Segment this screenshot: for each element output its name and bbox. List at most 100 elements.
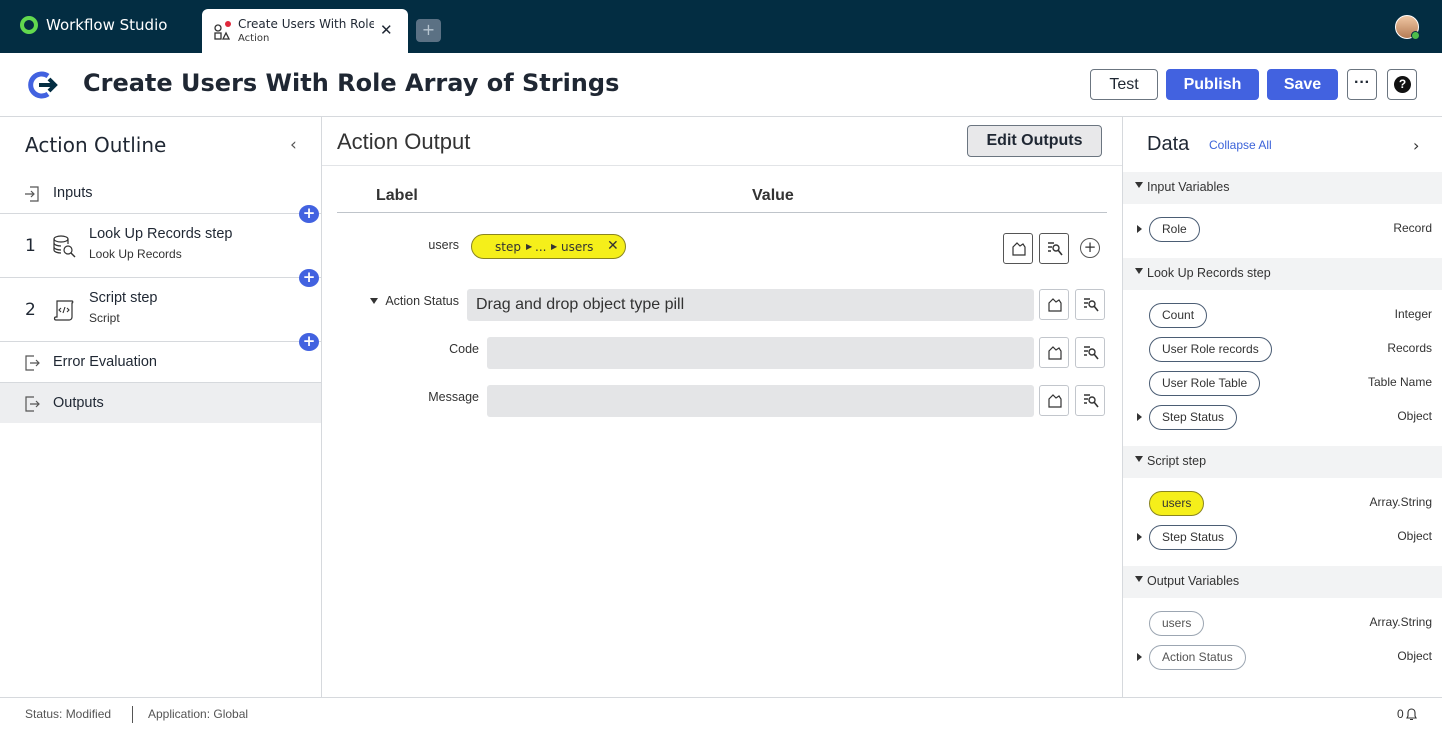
collapse-caret-icon[interactable]: [370, 298, 378, 304]
outline-item-label: Outputs: [53, 395, 104, 411]
outline-item-error-evaluation[interactable]: Error Evaluation: [0, 342, 321, 383]
unsaved-indicator: [225, 21, 231, 27]
add-tab-button[interactable]: +: [416, 19, 441, 42]
tab-action[interactable]: Create Users With Role Array of Strings …: [202, 9, 408, 53]
data-pill-step-users[interactable]: step ▶ ... ▶ users ✕: [471, 234, 626, 259]
expand-caret-icon[interactable]: [1137, 533, 1142, 541]
edit-outputs-button[interactable]: Edit Outputs: [967, 125, 1102, 157]
outline-item-outputs[interactable]: Outputs: [0, 383, 321, 423]
data-pill-count[interactable]: Count: [1149, 303, 1208, 328]
data-pill-users-output[interactable]: users: [1149, 611, 1205, 636]
divider: [322, 165, 1122, 166]
add-circle-icon[interactable]: +: [1080, 238, 1100, 258]
status-application: Application: Global: [148, 707, 249, 721]
save-button[interactable]: Save: [1267, 69, 1338, 100]
online-status-icon: [1411, 31, 1420, 40]
outline-step-script[interactable]: 2 Script step Script: [0, 278, 321, 342]
now-logo-icon: [20, 16, 38, 34]
expand-caret-icon[interactable]: [1137, 225, 1142, 233]
step-subtitle: Look Up Records: [89, 247, 182, 261]
data-pill-action-status[interactable]: Action Status: [1149, 645, 1246, 670]
formula-button[interactable]: [1039, 289, 1069, 320]
data-type: Object: [1397, 409, 1432, 423]
formula-button[interactable]: [1003, 233, 1033, 264]
data-type: Array.String: [1369, 495, 1432, 509]
scripting-icon: [1012, 242, 1026, 256]
outline-item-label: Error Evaluation: [53, 354, 157, 370]
column-header-label: Label: [376, 187, 418, 204]
code-field[interactable]: [487, 337, 1034, 369]
bell-icon[interactable]: [1405, 707, 1418, 721]
step-number: 2: [25, 300, 36, 320]
data-pill-user-role-table[interactable]: User Role Table: [1149, 371, 1261, 396]
status-modified: Status: Modified: [25, 707, 112, 721]
data-type: Object: [1397, 529, 1432, 543]
data-pill-user-role-records[interactable]: User Role records: [1149, 337, 1272, 362]
remove-pill-icon[interactable]: ✕: [607, 238, 619, 254]
formula-button[interactable]: [1039, 385, 1069, 416]
data-picker-button[interactable]: [1039, 233, 1069, 264]
section-title: Input Variables: [1147, 180, 1230, 194]
input-icon: [25, 186, 39, 202]
caret-down-icon: [1135, 456, 1143, 462]
data-picker-button[interactable]: [1075, 289, 1105, 320]
help-button[interactable]: ?: [1387, 69, 1417, 100]
field-label-code: Code: [449, 342, 479, 356]
section-title: Script step: [1147, 454, 1207, 468]
action-output-panel: Action Output Edit Outputs Label Value u…: [322, 117, 1122, 697]
data-type: Table Name: [1367, 375, 1432, 389]
tab-close-icon[interactable]: ✕: [380, 21, 393, 39]
data-picker-icon: [1048, 242, 1063, 256]
page-header: Create Users With Role Array of Strings …: [0, 53, 1442, 117]
page-title: Create Users With Role Array of Strings: [83, 69, 620, 97]
scripting-icon: [1048, 394, 1062, 408]
notification-count: 0: [1397, 707, 1404, 721]
message-field[interactable]: [487, 385, 1034, 417]
app-name: Workflow Studio: [46, 16, 168, 34]
expand-caret-icon[interactable]: [1137, 413, 1142, 421]
section-output-variables[interactable]: Output Variables: [1123, 566, 1442, 598]
more-options-button[interactable]: ···: [1347, 69, 1377, 100]
outline-item-inputs[interactable]: Inputs: [0, 173, 321, 214]
expand-caret-icon[interactable]: [1137, 653, 1142, 661]
data-pill-step-status[interactable]: Step Status: [1149, 405, 1238, 430]
field-label-users: users: [428, 238, 459, 252]
action-outline-panel: Action Outline ‹ Inputs + 1 Look Up Reco…: [0, 117, 322, 697]
data-type: Integer: [1394, 307, 1432, 321]
data-pill-step-status[interactable]: Step Status: [1149, 525, 1238, 550]
collapse-all-link[interactable]: Collapse All: [1209, 138, 1272, 152]
data-pill-users[interactable]: users: [1149, 491, 1205, 516]
help-icon: ?: [1394, 76, 1411, 93]
data-type: Records: [1387, 341, 1432, 355]
collapse-outline-icon[interactable]: ‹: [290, 135, 297, 155]
section-input-variables[interactable]: Input Variables: [1123, 172, 1442, 204]
section-script-step[interactable]: Script step: [1123, 446, 1442, 478]
output-icon: [25, 355, 40, 371]
caret-down-icon: [1135, 268, 1143, 274]
database-lookup-icon: [53, 235, 76, 258]
test-button[interactable]: Test: [1090, 69, 1158, 100]
scripting-icon: [1048, 298, 1062, 312]
formula-button[interactable]: [1039, 337, 1069, 368]
top-bar: Workflow Studio Create Users With Role A…: [0, 0, 1442, 53]
panel-title: Action Output: [337, 129, 471, 154]
data-picker-button[interactable]: [1075, 385, 1105, 416]
action-status-field[interactable]: Drag and drop object type pill: [467, 289, 1034, 321]
pill-segment: step: [495, 240, 521, 254]
data-pill-role[interactable]: Role: [1149, 217, 1200, 242]
field-label-message: Message: [428, 390, 479, 404]
section-title: Look Up Records step: [1147, 266, 1271, 280]
section-lookup-step[interactable]: Look Up Records step: [1123, 258, 1442, 290]
outline-step-lookup[interactable]: 1 Look Up Records step Look Up Records: [0, 214, 321, 278]
brand[interactable]: Workflow Studio: [20, 16, 167, 34]
output-icon: [25, 396, 40, 412]
publish-button[interactable]: Publish: [1166, 69, 1259, 100]
divider: [337, 212, 1107, 213]
column-header-value: Value: [752, 187, 794, 204]
step-number: 1: [25, 236, 36, 256]
collapse-data-panel-icon[interactable]: ›: [1413, 136, 1419, 155]
status-bar: Status: Modified Application: Global 0: [0, 697, 1442, 730]
caret-down-icon: [1135, 182, 1143, 188]
data-picker-button[interactable]: [1075, 337, 1105, 368]
data-picker-icon: [1084, 346, 1099, 360]
